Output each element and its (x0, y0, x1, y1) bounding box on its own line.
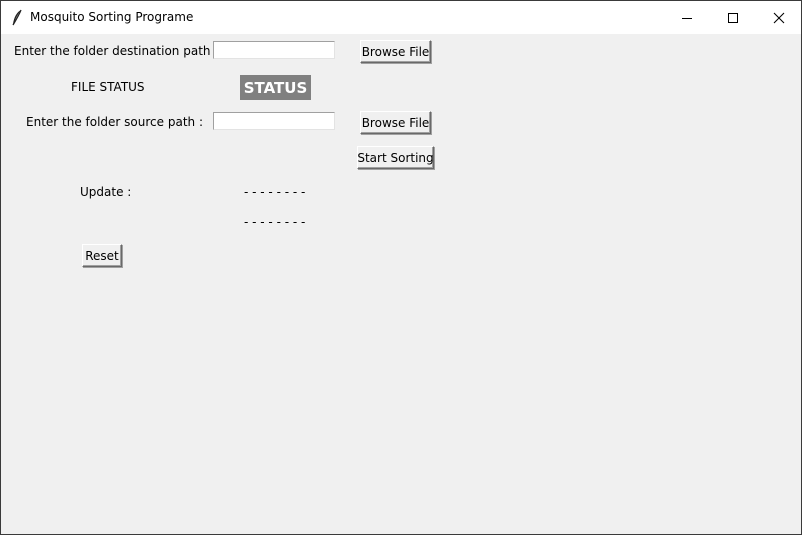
file-status-label: FILE STATUS (71, 80, 145, 94)
source-browse-label: Browse File (361, 115, 430, 130)
destination-path-input[interactable] (213, 41, 335, 59)
maximize-button[interactable] (710, 1, 756, 34)
update-status-line-2: - - - - - - - - (244, 215, 306, 229)
source-browse-button[interactable]: Browse File (360, 111, 431, 134)
app-window: Mosquito Sorting Programe Enter the fold… (0, 0, 802, 535)
minimize-button[interactable] (664, 1, 710, 34)
status-badge: STATUS (240, 75, 311, 100)
close-icon (773, 12, 785, 24)
reset-label: Reset (85, 248, 119, 263)
close-button[interactable] (756, 1, 802, 34)
destination-browse-label: Browse File (361, 44, 430, 59)
destination-path-label: Enter the folder destination path : (14, 44, 219, 58)
status-badge-text: STATUS (243, 78, 308, 97)
update-label: Update : (80, 185, 132, 199)
maximize-icon (727, 12, 739, 24)
reset-button[interactable]: Reset (82, 244, 122, 267)
start-sorting-label: Start Sorting (357, 150, 434, 165)
title-bar[interactable]: Mosquito Sorting Programe (1, 1, 801, 34)
source-path-input[interactable] (213, 112, 335, 130)
destination-browse-button[interactable]: Browse File (360, 40, 431, 63)
start-sorting-button[interactable]: Start Sorting (357, 146, 434, 169)
window-title: Mosquito Sorting Programe (30, 10, 194, 24)
minimize-icon (681, 12, 693, 24)
update-status-line-1: - - - - - - - - (244, 185, 306, 199)
source-path-label: Enter the folder source path : (26, 115, 203, 129)
feather-icon (11, 9, 23, 27)
